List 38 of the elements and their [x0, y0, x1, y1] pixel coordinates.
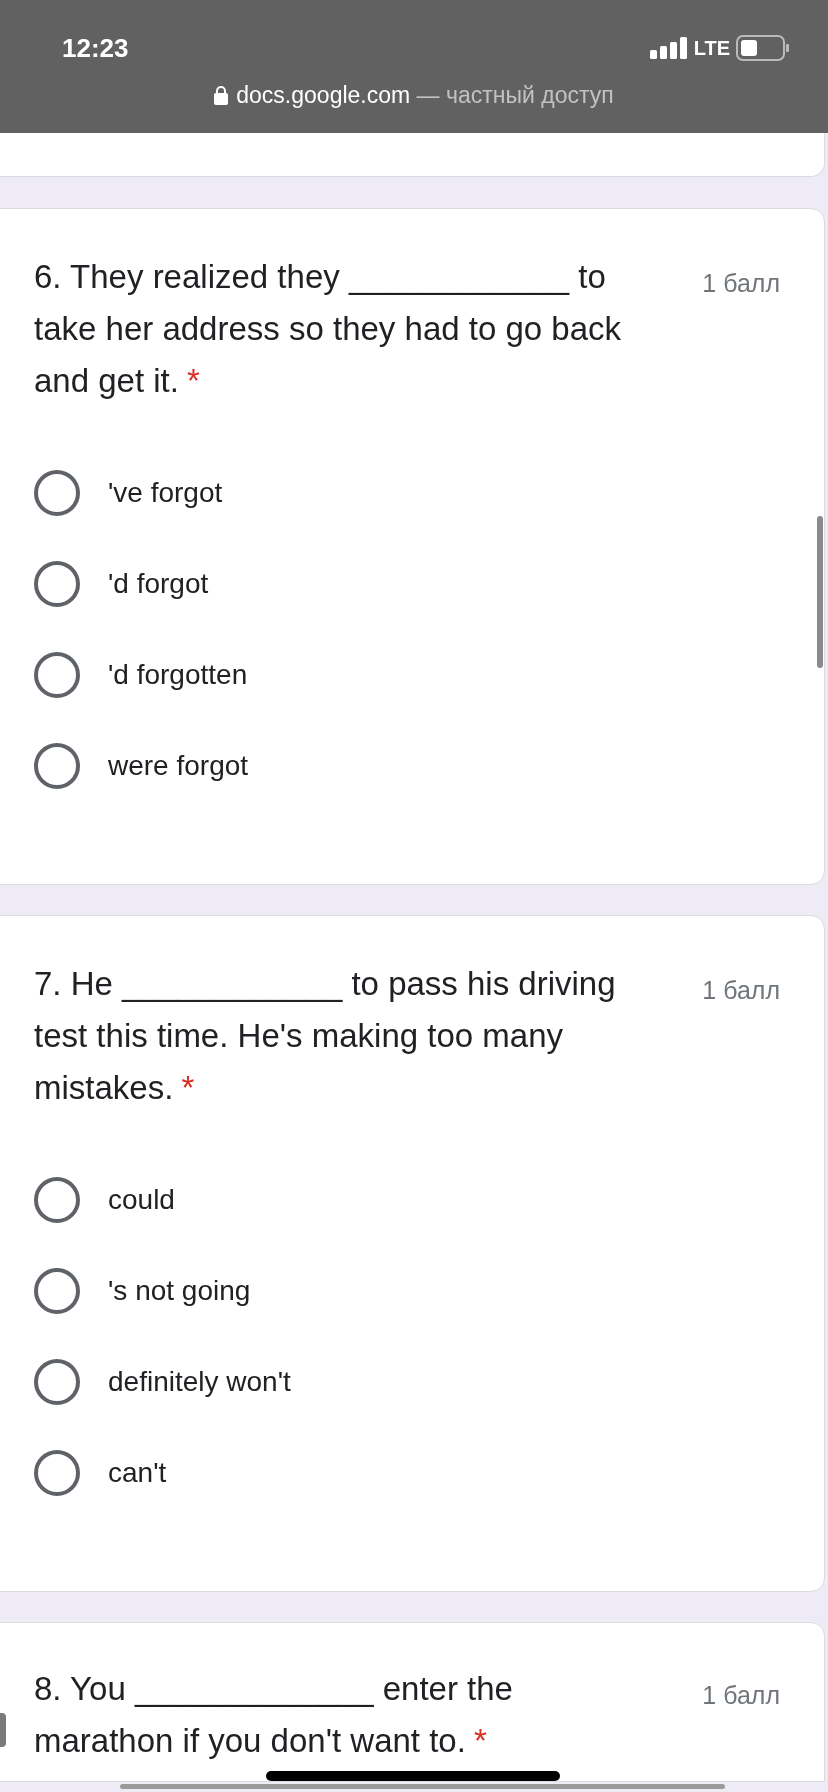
radio-button[interactable] [34, 560, 80, 607]
option-label: 's not going [108, 1273, 251, 1308]
radio-option[interactable]: were forgot [34, 720, 780, 811]
radio-button[interactable] [34, 651, 80, 698]
radio-option[interactable]: 'd forgot [34, 538, 780, 629]
radio-button[interactable] [34, 1176, 80, 1223]
address-domain: docs.google.com [236, 82, 411, 108]
option-label: 'd forgotten [108, 657, 248, 692]
radio-button[interactable] [34, 1449, 80, 1496]
clock-time: 12:23 [62, 31, 129, 65]
points-label: 1 балл [702, 975, 780, 1006]
option-label: 'd forgot [108, 566, 209, 601]
battery-icon [736, 35, 790, 61]
question-text: 8. You _____________ enter the marathon if you don't want to. * [34, 1669, 514, 1761]
side-handle [0, 1713, 6, 1747]
option-label: could [108, 1182, 175, 1217]
address-suffix: — частный доступ [416, 82, 614, 108]
radio-option[interactable]: 've forgot [34, 447, 780, 538]
radio-option[interactable]: could [34, 1154, 780, 1245]
radio-option[interactable]: 'd forgotten [34, 629, 780, 720]
points-label: 1 балл [702, 268, 780, 299]
question-text: 6. They realized they ____________ to take her address so they had to go back and get it. * [34, 257, 623, 401]
network-label: LTE [693, 36, 730, 61]
option-label: 've forgot [108, 475, 223, 510]
question-text: 7. He ____________ to pass his driving test this time. He's making too many mistakes. * [34, 964, 617, 1108]
radio-button[interactable] [34, 1358, 80, 1405]
signal-icon [649, 37, 688, 59]
points-label: 1 балл [702, 1680, 780, 1711]
radio-option[interactable]: definitely won't [34, 1336, 780, 1427]
radio-button[interactable] [34, 469, 80, 516]
radio-button[interactable] [34, 742, 80, 789]
radio-option[interactable]: 's not going [34, 1245, 780, 1336]
radio-option[interactable]: can't [34, 1427, 780, 1518]
option-label: definitely won't [108, 1364, 291, 1399]
radio-button[interactable] [34, 1267, 80, 1314]
option-label: can't [108, 1455, 167, 1490]
lock-icon [214, 85, 229, 106]
option-label: were forgot [108, 748, 249, 783]
